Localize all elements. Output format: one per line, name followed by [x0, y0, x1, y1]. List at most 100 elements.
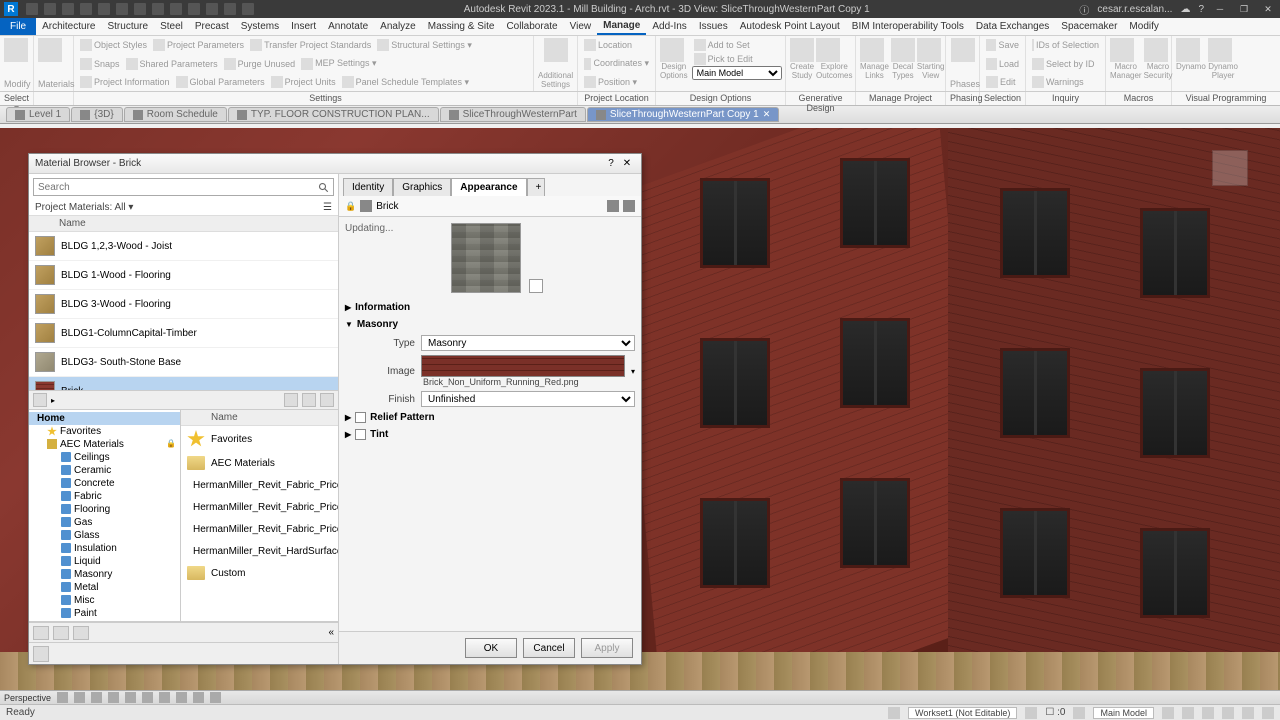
tab-appearance[interactable]: Appearance	[451, 178, 526, 196]
image-swatch[interactable]	[421, 355, 625, 377]
rendering-icon[interactable]	[142, 692, 153, 703]
new-material-icon[interactable]	[33, 626, 49, 640]
apply-button[interactable]: Apply	[581, 638, 633, 658]
tab-bim[interactable]: BIM Interoperability Tools	[846, 19, 970, 34]
workset-icon[interactable]	[888, 707, 900, 719]
file-tab[interactable]: File	[0, 18, 36, 35]
collapse-library-icon[interactable]: «	[328, 627, 334, 638]
tab-massing[interactable]: Massing & Site	[422, 19, 501, 34]
cancel-button[interactable]: Cancel	[523, 638, 575, 658]
tab-insert[interactable]: Insert	[285, 19, 322, 34]
tab-manage[interactable]: Manage	[597, 18, 646, 35]
shared-parameters-button[interactable]: Shared Parameters	[124, 57, 220, 71]
help-icon[interactable]: ?	[1198, 4, 1204, 15]
close-dialog-button[interactable]: ✕	[619, 158, 635, 169]
tab-analyze[interactable]: Analyze	[374, 19, 422, 34]
lib-item-herman1[interactable]: HermanMiller_Revit_Fabric_PriceC	[181, 474, 338, 496]
close-button[interactable]: ✕	[1260, 2, 1276, 16]
help-button[interactable]: ?	[603, 158, 619, 169]
editable-only-icon[interactable]	[1025, 707, 1037, 719]
qat-open-icon[interactable]	[26, 3, 38, 15]
drag-icon[interactable]	[1242, 707, 1254, 719]
tree-cat-ceilings[interactable]: Ceilings	[29, 451, 180, 464]
open-library-icon[interactable]	[73, 626, 89, 640]
ok-button[interactable]: OK	[465, 638, 517, 658]
view-mode-icon[interactable]: ☰	[323, 202, 332, 213]
scale-icon[interactable]	[57, 692, 68, 703]
edit-selection-button[interactable]: Edit	[984, 75, 1021, 89]
main-model-combo[interactable]: Main Model	[1093, 707, 1154, 719]
manage-links-icon[interactable]	[860, 38, 884, 62]
material-preview[interactable]	[451, 223, 521, 293]
view-mode-label[interactable]: Perspective	[4, 693, 51, 703]
tree-cat-misc[interactable]: Misc	[29, 594, 180, 607]
close-tab-icon[interactable]: ✕	[763, 109, 771, 120]
material-item[interactable]: BLDG 1-Wood - Flooring	[29, 261, 338, 290]
tab-architecture[interactable]: Architecture	[36, 19, 101, 34]
tree-cat-fabric[interactable]: Fabric	[29, 490, 180, 503]
project-parameters-button[interactable]: Project Parameters	[151, 38, 246, 52]
select-pinned-icon[interactable]	[1202, 707, 1214, 719]
macro-security-icon[interactable]	[1144, 38, 1168, 62]
view-cube[interactable]	[1200, 138, 1260, 198]
finish-select[interactable]: Unfinished	[421, 391, 635, 407]
qat-thin-icon[interactable]	[206, 3, 218, 15]
doc-tab-3d[interactable]: {3D}	[71, 107, 122, 122]
add-to-set-button[interactable]: Add to Set	[692, 38, 782, 52]
qat-3d-icon[interactable]	[170, 3, 182, 15]
doc-tab-slice-west[interactable]: SliceThroughWesternPart	[440, 107, 586, 122]
coordinates-button[interactable]: Coordinates ▾	[582, 57, 651, 71]
material-item-brick[interactable]: Brick	[29, 377, 338, 390]
select-face-icon[interactable]	[1222, 707, 1234, 719]
dialog-titlebar[interactable]: Material Browser - Brick ? ✕	[29, 154, 641, 174]
crop-icon[interactable]	[159, 692, 170, 703]
minimize-button[interactable]: ─	[1212, 2, 1228, 16]
section-information[interactable]: ▶Information	[345, 299, 635, 316]
tab-modify[interactable]: Modify	[1123, 19, 1164, 34]
tab-add-asset[interactable]: +	[527, 178, 545, 196]
qat-align-icon[interactable]	[134, 3, 146, 15]
macro-manager-icon[interactable]	[1110, 38, 1134, 62]
modify-icon[interactable]	[4, 38, 28, 62]
image-menu-icon[interactable]: ▾	[631, 367, 635, 376]
home-icon[interactable]	[33, 393, 47, 407]
section-relief[interactable]: ▶Relief Pattern	[345, 409, 635, 426]
project-units-button[interactable]: Project Units	[269, 75, 338, 89]
tree-cat-metal[interactable]: Metal	[29, 581, 180, 594]
hide-icon[interactable]	[176, 692, 187, 703]
purge-unused-button[interactable]: Purge Unused	[222, 57, 298, 71]
load-selection-button[interactable]: Load	[984, 57, 1021, 71]
reveal-icon[interactable]	[210, 692, 221, 703]
tab-precast[interactable]: Precast	[189, 19, 235, 34]
tab-issues[interactable]: Issues	[693, 19, 734, 34]
location-button[interactable]: Location	[582, 38, 651, 52]
material-item[interactable]: BLDG1-ColumnCapital-Timber	[29, 319, 338, 348]
tree-cat-ceramic[interactable]: Ceramic	[29, 464, 180, 477]
sort-icon[interactable]	[320, 393, 334, 407]
lib-item-favorites[interactable]: Favorites	[181, 426, 338, 452]
project-materials-filter[interactable]: Project Materials: All ▾	[35, 202, 133, 213]
tree-cat-plaster[interactable]: Plaster	[29, 620, 180, 621]
tree-favorites[interactable]: Favorites	[29, 425, 180, 438]
qat-switch-icon[interactable]	[242, 3, 254, 15]
info-icon[interactable]: ⓘ	[1079, 2, 1089, 17]
tab-view[interactable]: View	[564, 19, 598, 34]
snaps-button[interactable]: Snaps	[78, 57, 122, 71]
design-option-icon[interactable]	[1073, 707, 1085, 719]
asset-icon[interactable]	[33, 646, 49, 662]
asset-lock-icon[interactable]: 🔒	[345, 201, 356, 212]
tab-identity[interactable]: Identity	[343, 178, 393, 196]
tree-aec-materials[interactable]: AEC Materials🔒	[29, 438, 180, 451]
type-select[interactable]: Masonry	[421, 335, 635, 351]
lib-item-herman3[interactable]: HermanMiller_Revit_Fabric_PriceC	[181, 518, 338, 540]
panel-schedule-button[interactable]: Panel Schedule Templates ▾	[340, 75, 471, 89]
dynamo-icon[interactable]	[1176, 38, 1200, 62]
visual-style-icon[interactable]	[91, 692, 102, 703]
tab-dataexchanges[interactable]: Data Exchanges	[970, 19, 1055, 34]
save-selection-button[interactable]: Save	[984, 38, 1021, 52]
tree-cat-glass[interactable]: Glass	[29, 529, 180, 542]
tree-cat-masonry[interactable]: Masonry	[29, 568, 180, 581]
qat-measure-icon[interactable]	[116, 3, 128, 15]
tab-annotate[interactable]: Annotate	[322, 19, 374, 34]
user-label[interactable]: cesar.r.escalan...	[1097, 4, 1172, 15]
